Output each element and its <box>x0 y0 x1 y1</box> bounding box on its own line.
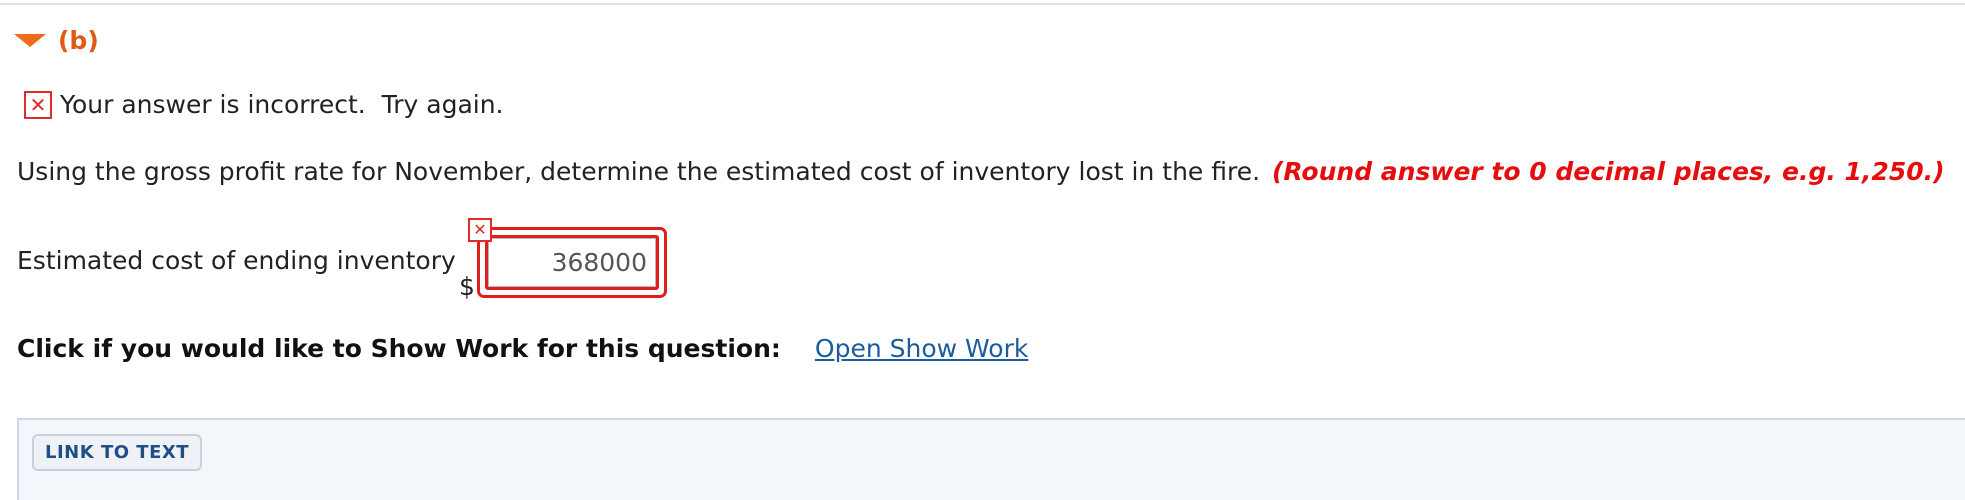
link-to-text-button[interactable]: LINK TO TEXT <box>32 434 203 471</box>
question-body: Using the gross profit rate for November… <box>17 157 1261 186</box>
top-divider <box>0 3 1965 5</box>
open-show-work-link[interactable]: Open Show Work <box>815 334 1028 363</box>
show-work-prompt: Click if you would like to Show Work for… <box>17 334 781 363</box>
collapse-caret-icon[interactable] <box>14 34 46 47</box>
feedback-text: Your answer is incorrect. Try again. <box>60 90 504 119</box>
rounding-hint: (Round answer to 0 decimal places, e.g. … <box>1272 157 1945 186</box>
input-error-x-icon: ✕ <box>468 218 492 242</box>
question-text: Using the gross profit rate for November… <box>17 157 1945 186</box>
resources-panel: LINK TO TEXT <box>17 418 1965 500</box>
answer-label: Estimated cost of ending inventory <box>17 246 456 275</box>
feedback-message: ✕ Your answer is incorrect. Try again. <box>24 90 504 119</box>
estimated-cost-input[interactable] <box>488 238 656 287</box>
show-work-row: Click if you would like to Show Work for… <box>17 334 1028 363</box>
currency-symbol: $ <box>459 272 475 301</box>
answer-input-wrapper <box>477 227 667 298</box>
part-b-toggle[interactable]: (b) <box>14 26 99 55</box>
incorrect-x-icon: ✕ <box>24 90 52 119</box>
part-label: (b) <box>58 26 99 55</box>
